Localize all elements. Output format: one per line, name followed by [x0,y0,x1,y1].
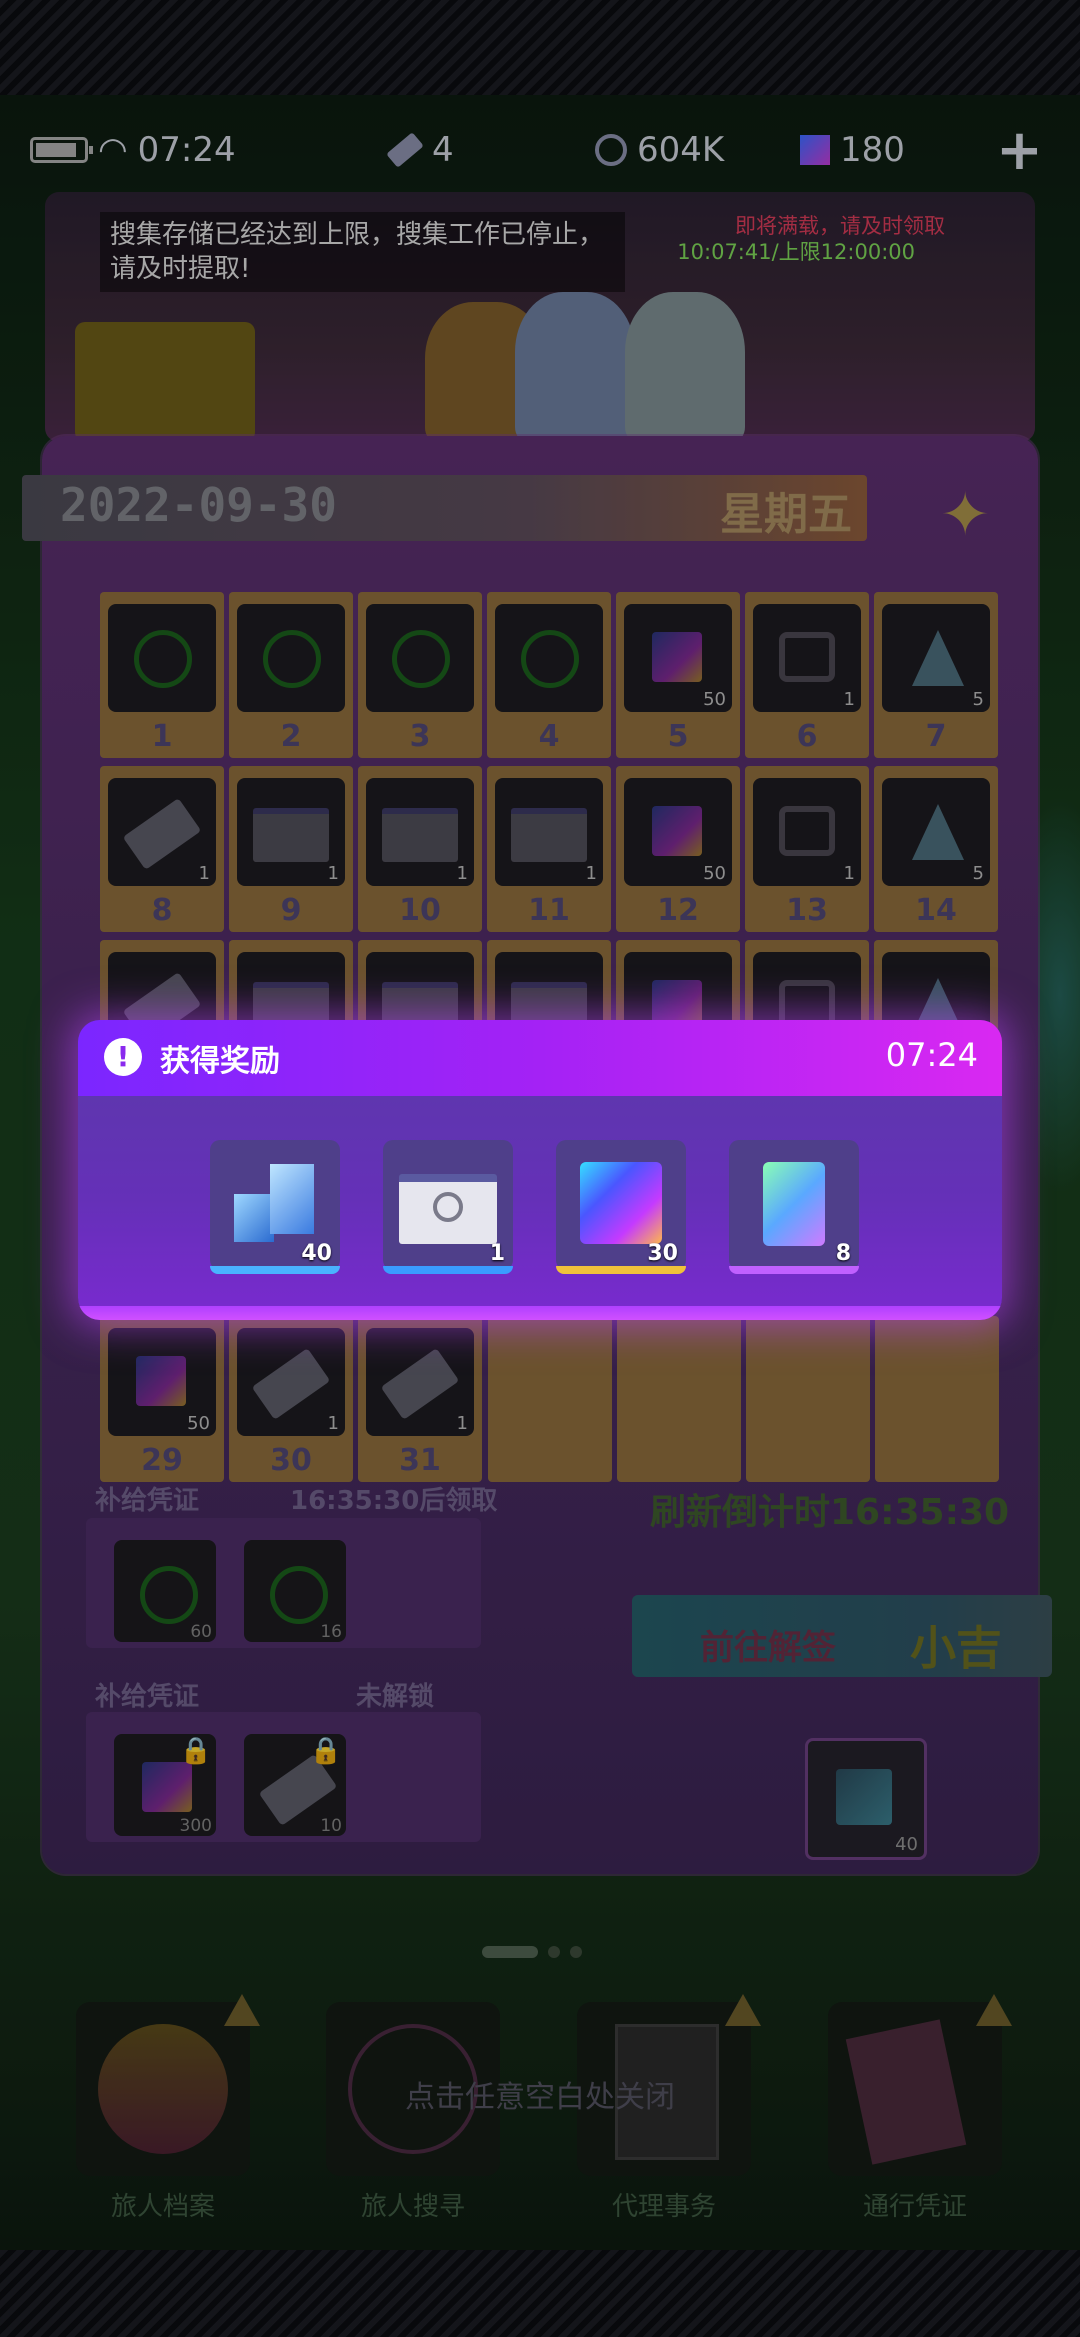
dialog-time: 07:24 [885,1036,978,1074]
reward-item-2[interactable]: 1 [383,1140,513,1274]
hourglass-icon [763,1162,825,1246]
reward-dialog: ! 获得奖励 07:24 40 1 30 8 [78,1020,1002,1320]
reward-item-4[interactable]: 8 [729,1140,859,1274]
reward-item-3[interactable]: 30 [556,1140,686,1274]
card-icon [399,1174,497,1244]
blocks-icon [234,1164,316,1246]
exclamation-icon: ! [104,1038,142,1076]
dialog-bottom-edge [78,1306,1002,1320]
reward-item-1[interactable]: 40 [210,1140,340,1274]
dialog-title: 获得奖励 [160,1044,280,1079]
cube-icon [580,1162,662,1244]
